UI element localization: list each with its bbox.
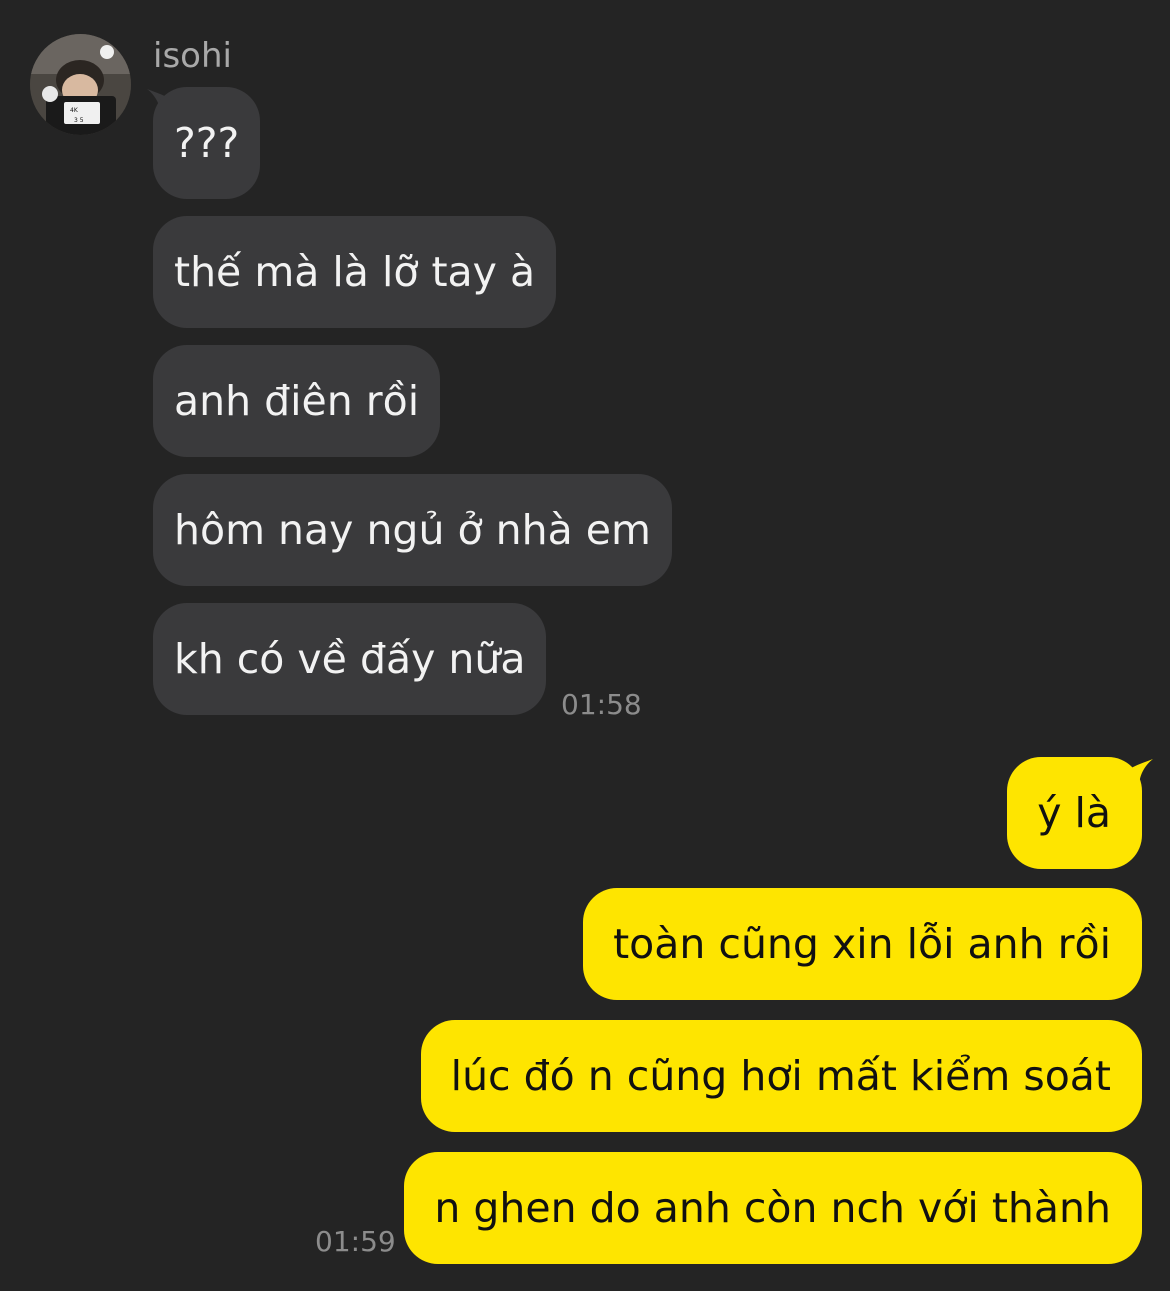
incoming-message-bubble[interactable]: thế mà là lỡ tay à (153, 216, 557, 328)
svg-text:4K: 4K (70, 107, 79, 114)
outgoing-message-bubble[interactable]: lúc đó n cũng hơi mất kiểm soát (420, 1020, 1142, 1132)
incoming-message-bubble[interactable]: anh điên rồi (153, 345, 441, 457)
incoming-message-timestamp: 01:58 (561, 688, 642, 721)
incoming-message-bubble[interactable]: ??? (153, 87, 261, 199)
outgoing-message-bubble[interactable]: n ghen do anh còn nch với thành (404, 1152, 1142, 1264)
avatar-photo-icon: 4K 3 5 (30, 34, 131, 135)
incoming-message-bubble[interactable]: kh có về đấy nữa (153, 603, 547, 715)
svg-text:3 5: 3 5 (74, 117, 84, 124)
contact-avatar[interactable]: 4K 3 5 (30, 34, 131, 135)
incoming-message-bubble[interactable]: hôm nay ngủ ở nhà em (153, 474, 672, 586)
outgoing-message-bubble[interactable]: toàn cũng xin lỗi anh rồi (583, 888, 1142, 1000)
contact-name: isohi (153, 36, 232, 76)
outgoing-message-bubble[interactable]: ý là (1007, 757, 1142, 869)
outgoing-message-timestamp: 01:59 (315, 1225, 396, 1258)
